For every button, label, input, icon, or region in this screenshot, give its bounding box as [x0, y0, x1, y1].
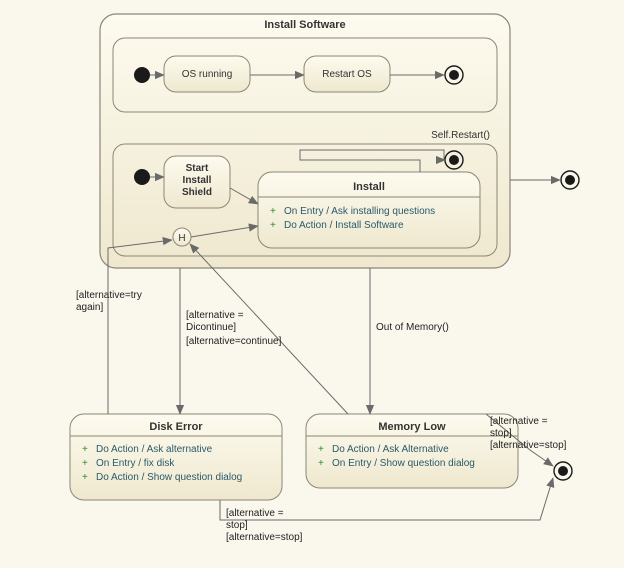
svg-text:On Entry / Ask installing ques: On Entry / Ask installing questions [284, 206, 435, 217]
svg-text:+: + [82, 444, 88, 455]
svg-text:+: + [270, 206, 276, 217]
svg-text:Do Action / Ask alternative: Do Action / Ask alternative [96, 444, 213, 455]
statechart-diagram: Install Software OS running Restart OS [0, 0, 624, 568]
disk-error-state: Disk Error +Do Action / Ask alternative … [70, 414, 282, 500]
self-restart-label: Self.Restart() [431, 130, 490, 141]
svg-text:+: + [82, 458, 88, 469]
container-title: Install Software [264, 19, 345, 31]
disk-error-title: Disk Error [149, 421, 203, 433]
final-node-outer [561, 171, 579, 189]
svg-text:[alternative =: [alternative = [490, 416, 548, 427]
svg-text:Out of Memory(): Out of Memory() [376, 322, 449, 333]
memory-low-state: Memory Low +Do Action / Ask Alternative … [306, 414, 518, 488]
svg-text:H: H [178, 233, 185, 244]
svg-text:+: + [318, 444, 324, 455]
svg-text:[alternative=try: [alternative=try [76, 290, 142, 301]
svg-text:[alternative=stop]: [alternative=stop] [226, 532, 303, 543]
memory-low-title: Memory Low [378, 421, 446, 433]
svg-text:stop]: stop] [226, 520, 248, 531]
os-running-state: OS running [164, 56, 250, 92]
svg-text:again]: again] [76, 302, 103, 313]
svg-text:Do Action / Show question dial: Do Action / Show question dialog [96, 472, 242, 483]
initial-node-r1 [134, 67, 150, 83]
svg-text:Start: Start [186, 163, 209, 174]
install-state: Install + On Entry / Ask installing ques… [258, 172, 480, 248]
svg-text:Dicontinue]: Dicontinue] [186, 322, 236, 333]
svg-text:Do Action / Install Software: Do Action / Install Software [284, 220, 404, 231]
edge-out-of-memory: Out of Memory() [370, 268, 449, 414]
svg-text:Install: Install [183, 175, 212, 186]
restart-os-label: Restart OS [322, 69, 372, 80]
svg-text:[alternative=continue]: [alternative=continue] [186, 336, 282, 347]
install-software-container: Install Software OS running Restart OS [100, 14, 510, 268]
svg-text:stop]: stop] [490, 428, 512, 439]
final-node-bottom [554, 462, 572, 480]
svg-text:Do Action / Ask Alternative: Do Action / Ask Alternative [332, 444, 449, 455]
svg-text:Shield: Shield [182, 187, 212, 198]
svg-text:On Entry / fix disk: On Entry / fix disk [96, 458, 175, 469]
svg-text:[alternative =: [alternative = [226, 508, 284, 519]
svg-text:[alternative =: [alternative = [186, 310, 244, 321]
initial-node-r2 [134, 169, 150, 185]
svg-text:[alternative=stop]: [alternative=stop] [490, 440, 567, 451]
svg-text:+: + [270, 220, 276, 231]
install-title: Install [353, 181, 385, 193]
svg-text:+: + [82, 472, 88, 483]
svg-text:+: + [318, 458, 324, 469]
start-install-shield-state: Start Install Shield [164, 156, 230, 208]
svg-text:On Entry / Show question dialo: On Entry / Show question dialog [332, 458, 475, 469]
os-running-label: OS running [182, 69, 233, 80]
restart-os-state: Restart OS [304, 56, 390, 92]
history-node: H [173, 228, 191, 246]
